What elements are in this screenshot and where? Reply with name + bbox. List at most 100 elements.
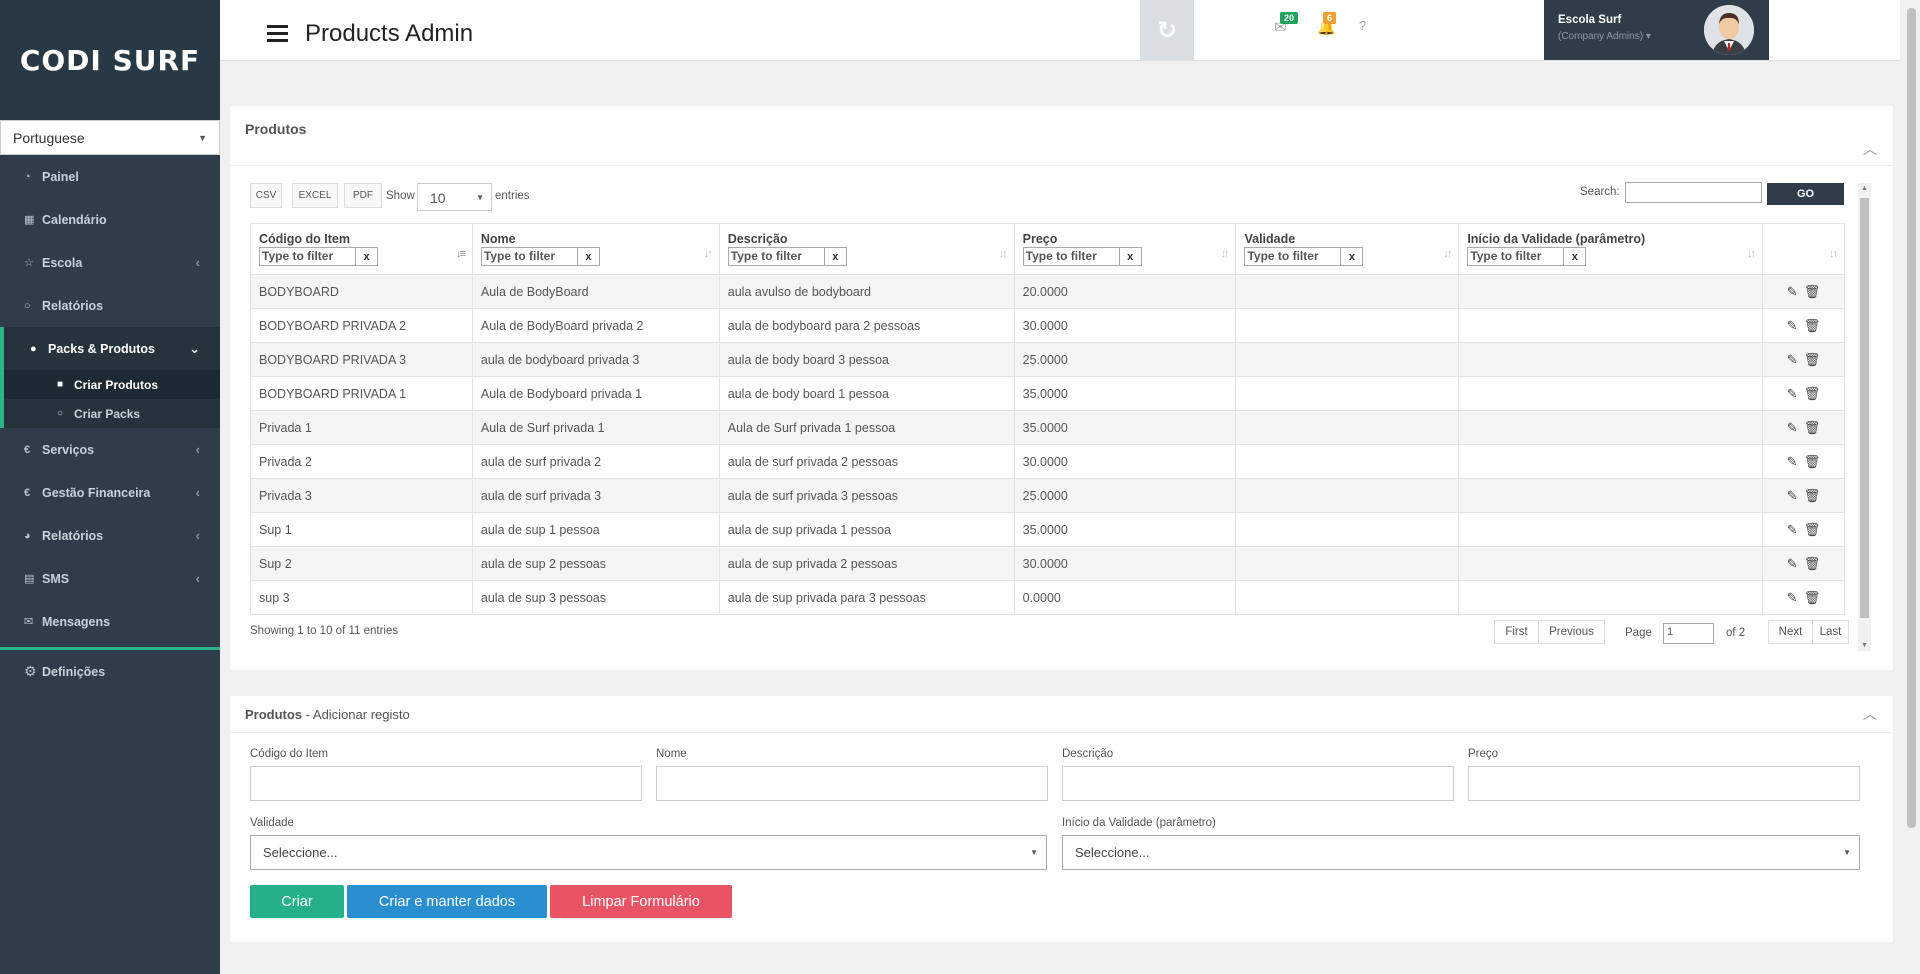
sort-icon[interactable]: ↓↑: [1220, 248, 1229, 260]
circle-icon: ○: [24, 299, 31, 312]
codigo-field[interactable]: [250, 766, 642, 801]
filter-input-descricao[interactable]: Type to filter: [727, 247, 825, 266]
edit-icon[interactable]: ✎: [1787, 386, 1798, 401]
avatar[interactable]: [1704, 5, 1754, 55]
excel-button[interactable]: EXCEL: [292, 183, 338, 208]
edit-icon[interactable]: ✎: [1787, 420, 1798, 435]
notifications-button[interactable]: 🔔 6: [1317, 12, 1337, 36]
scroll-down-icon[interactable]: ▼: [1861, 642, 1868, 649]
column-header-codigo[interactable]: Código do Item Type to filter x ↓≡: [250, 223, 473, 275]
submenu-item-criar-packs[interactable]: ○ Criar Packs: [4, 399, 220, 428]
sidebar-item-painel[interactable]: ◔ Painel: [0, 155, 220, 198]
hamburger-menu-icon[interactable]: [267, 25, 288, 46]
delete-icon[interactable]: 🗑: [1804, 488, 1821, 503]
delete-icon[interactable]: 🗑: [1804, 454, 1821, 469]
sidebar-item-escola[interactable]: ☆ Escola ‹: [0, 241, 220, 284]
delete-icon[interactable]: 🗑: [1804, 590, 1821, 605]
next-page-button[interactable]: Next: [1768, 620, 1813, 644]
sidebar-item-definicoes[interactable]: ⚙ Definições: [0, 650, 220, 693]
delete-icon[interactable]: 🗑: [1804, 284, 1821, 299]
delete-icon[interactable]: 🗑: [1804, 352, 1821, 367]
help-icon[interactable]: ?: [1359, 18, 1366, 33]
delete-icon[interactable]: 🗑: [1804, 522, 1821, 537]
scroll-up-icon[interactable]: ▲: [1861, 185, 1868, 192]
table-cell: aula de sup privada para 3 pessoas: [718, 580, 1015, 615]
filter-clear-button[interactable]: x: [1119, 247, 1142, 266]
criar-manter-button[interactable]: Criar e manter dados: [347, 885, 547, 918]
search-input[interactable]: [1625, 182, 1762, 203]
filter-input-codigo[interactable]: Type to filter: [259, 247, 356, 266]
descricao-field[interactable]: [1062, 766, 1454, 801]
refresh-button[interactable]: ↻: [1140, 0, 1194, 60]
entries-select[interactable]: 10 ▼: [417, 183, 492, 211]
limpar-button[interactable]: Limpar Formulário: [550, 885, 732, 918]
sidebar-item-calendario[interactable]: ▦ Calendário: [0, 198, 220, 241]
preco-field[interactable]: [1468, 766, 1860, 801]
edit-icon[interactable]: ✎: [1787, 522, 1798, 537]
filter-clear-button[interactable]: x: [577, 247, 600, 266]
sort-icon[interactable]: ↓↑: [999, 248, 1008, 260]
language-select[interactable]: Portuguese ▼: [0, 120, 220, 155]
filter-clear-button[interactable]: x: [356, 247, 378, 266]
column-header-nome[interactable]: Nome Type to filter x ↓↑: [471, 223, 720, 275]
table-cell: [1235, 444, 1460, 479]
edit-icon[interactable]: ✎: [1787, 284, 1798, 299]
sidebar-item-sms[interactable]: ▤ SMS ‹: [0, 557, 220, 600]
page-of-label: of 2: [1726, 627, 1746, 639]
csv-button[interactable]: CSV: [250, 183, 282, 208]
criar-button[interactable]: Criar: [250, 885, 344, 918]
logo[interactable]: CODI SURF: [0, 0, 220, 120]
edit-icon[interactable]: ✎: [1787, 556, 1798, 571]
sort-icon[interactable]: ↓↑: [1829, 248, 1838, 260]
sidebar-item-mensagens[interactable]: ✉ Mensagens: [0, 600, 220, 643]
chevron-down-icon: ⌄: [189, 340, 200, 356]
previous-page-button[interactable]: Previous: [1538, 620, 1605, 644]
column-header-descricao[interactable]: Descrição Type to filter x ↓↑: [718, 223, 1015, 275]
sort-icon[interactable]: ↓↑: [1747, 248, 1756, 260]
filter-clear-button[interactable]: x: [1341, 247, 1364, 266]
column-header-validade[interactable]: Validade Type to filter x ↓↑: [1235, 223, 1460, 275]
delete-icon[interactable]: 🗑: [1804, 318, 1821, 333]
go-button[interactable]: GO: [1767, 183, 1844, 205]
sidebar-item-packs-produtos[interactable]: ● Packs & Produtos ⌄: [0, 327, 220, 370]
column-header-preco[interactable]: Preço Type to filter x ↓↑: [1013, 223, 1237, 275]
nome-field[interactable]: [656, 766, 1048, 801]
collapse-icon[interactable]: ︿: [1863, 139, 1877, 159]
edit-icon[interactable]: ✎: [1787, 352, 1798, 367]
sidebar-item-relatorios[interactable]: ○ Relatórios: [0, 284, 220, 327]
filter-input-nome[interactable]: Type to filter: [480, 247, 578, 266]
filter-clear-button[interactable]: x: [1564, 247, 1587, 266]
filter-input-preco[interactable]: Type to filter: [1022, 247, 1120, 266]
filter-clear-button[interactable]: x: [824, 247, 847, 266]
edit-icon[interactable]: ✎: [1787, 454, 1798, 469]
filter-input-inicio-validade[interactable]: Type to filter: [1467, 247, 1565, 266]
user-menu[interactable]: Escola Surf (Company Admins) ▾: [1544, 0, 1769, 60]
edit-icon[interactable]: ✎: [1787, 488, 1798, 503]
first-page-button[interactable]: First: [1494, 620, 1539, 644]
last-page-button[interactable]: Last: [1812, 620, 1849, 644]
table-scrollbar[interactable]: ▲ ▼: [1858, 183, 1871, 651]
pdf-button[interactable]: PDF: [344, 183, 382, 208]
sidebar-item-relatorios-2[interactable]: ◕ Relatórios ‹: [0, 514, 220, 557]
sort-icon[interactable]: ↓↑: [1443, 248, 1452, 260]
collapse-icon[interactable]: ︿: [1863, 704, 1877, 724]
bag-icon: ■: [57, 379, 64, 390]
edit-icon[interactable]: ✎: [1787, 590, 1798, 605]
filter-input-validade[interactable]: Type to filter: [1244, 247, 1342, 266]
validade-select[interactable]: Seleccione... ▼: [250, 835, 1047, 870]
delete-icon[interactable]: 🗑: [1804, 420, 1821, 435]
delete-icon[interactable]: 🗑: [1804, 556, 1821, 571]
products-table: Código do Item Type to filter x ↓≡ Nome T…: [250, 223, 1845, 615]
messages-button[interactable]: ✉ 20: [1274, 12, 1299, 36]
page-scrollbar[interactable]: [1903, 0, 1920, 974]
delete-icon[interactable]: 🗑: [1804, 386, 1821, 401]
page-input[interactable]: 1: [1663, 623, 1714, 644]
inicio-validade-select[interactable]: Seleccione... ▼: [1062, 835, 1860, 870]
sort-icon[interactable]: ↓≡: [456, 248, 466, 260]
sidebar-item-gestao-financeira[interactable]: € Gestão Financeira ‹: [0, 471, 220, 514]
edit-icon[interactable]: ✎: [1787, 318, 1798, 333]
sort-icon[interactable]: ↓↑: [704, 248, 713, 260]
column-header-inicio-validade[interactable]: Início da Validade (parâmetro) Type to f…: [1458, 223, 1764, 275]
sidebar-item-servicos[interactable]: € Serviços ‹: [0, 428, 220, 471]
submenu-item-criar-produtos[interactable]: ■ Criar Produtos: [4, 370, 220, 399]
